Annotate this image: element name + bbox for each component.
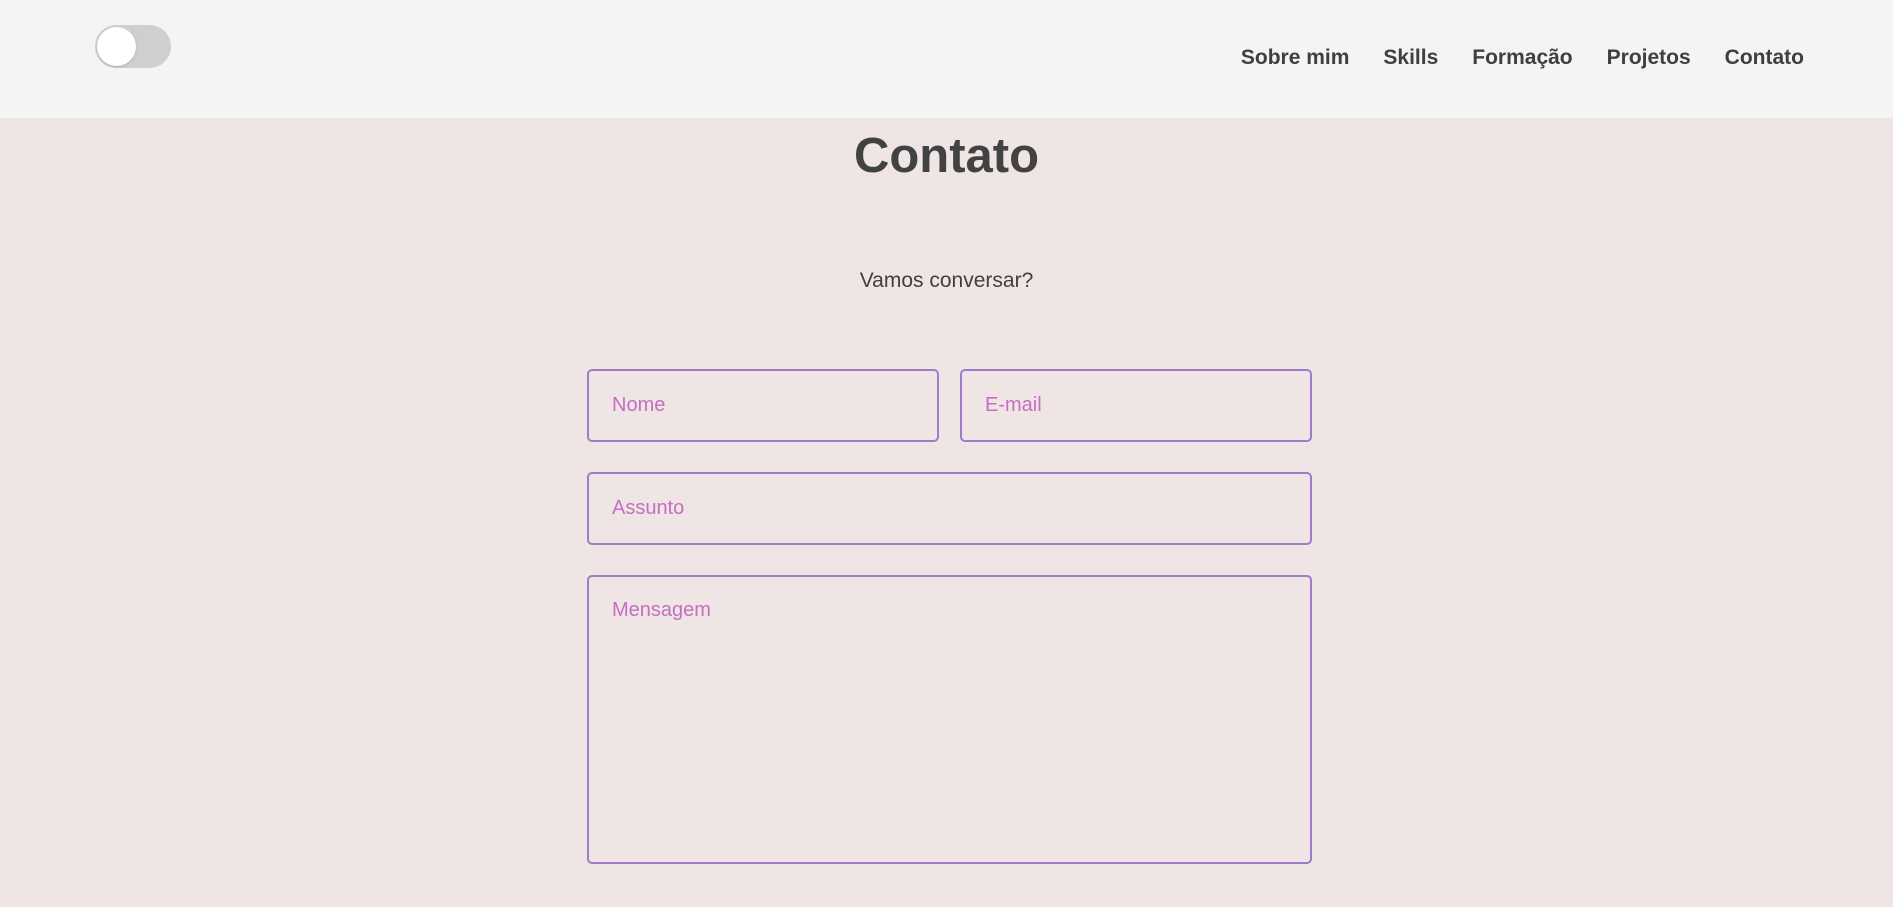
toggle-knob — [97, 27, 136, 66]
main-nav: Sobre mim Skills Formação Projetos Conta… — [1207, 46, 1804, 70]
nav-item-projetos[interactable]: Projetos — [1607, 46, 1691, 70]
nav-item-skills[interactable]: Skills — [1383, 46, 1438, 70]
subject-input[interactable] — [587, 472, 1312, 545]
nav-item-formacao[interactable]: Formação — [1472, 46, 1572, 70]
site-header: Sobre mim Skills Formação Projetos Conta… — [0, 0, 1893, 118]
theme-toggle[interactable] — [95, 25, 171, 68]
email-input[interactable] — [960, 369, 1312, 442]
name-input[interactable] — [587, 369, 939, 442]
nav-item-sobre-mim[interactable]: Sobre mim — [1241, 46, 1350, 70]
nav-item-contato[interactable]: Contato — [1725, 46, 1804, 70]
contact-subtitle: Vamos conversar? — [859, 269, 1034, 292]
page-title: Contato — [853, 129, 1040, 183]
message-textarea[interactable] — [587, 575, 1312, 864]
